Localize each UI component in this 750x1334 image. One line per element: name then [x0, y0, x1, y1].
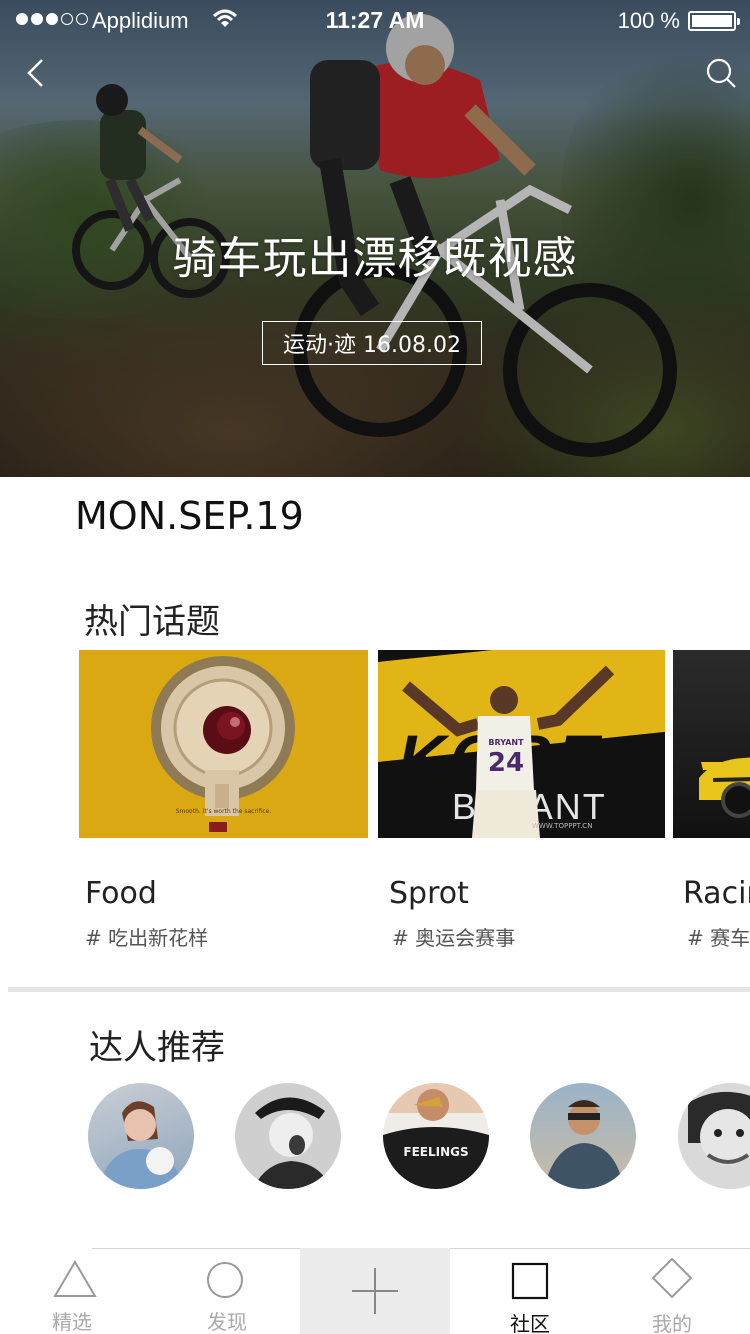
plus-icon — [352, 1268, 398, 1314]
tab-bar: 精选 发现 社区 我的 — [0, 1248, 750, 1334]
tab-community[interactable]: 社区 — [455, 1248, 605, 1334]
topic-card-racing[interactable]: Racing # 赛车 — [673, 650, 750, 960]
food-poster-caption: Smooth. It's worth the sacrifice. — [175, 808, 272, 815]
status-bar: Applidium 11:27 AM 100 % — [0, 0, 750, 40]
expert-3-shirt-text: FEELINGS — [403, 1145, 469, 1159]
expert-avatar-1[interactable] — [88, 1083, 194, 1189]
expert-3-photo — [383, 1083, 489, 1189]
expert-1-photo — [98, 1101, 184, 1189]
diamond-icon — [651, 1257, 693, 1299]
topic-name-sport: Sprot — [389, 876, 469, 911]
hero-title: 骑车玩出漂移既视感 — [172, 233, 578, 284]
circle-icon — [207, 1262, 243, 1298]
expert-5-photo — [688, 1092, 750, 1165]
hero-banner[interactable]: Applidium 11:27 AM 100 % 骑车玩出漂移既视感 运动·迹 … — [0, 0, 750, 477]
tab-discover[interactable]: 发现 — [150, 1248, 300, 1334]
topic-tag-sport: # 奥运会赛事 — [392, 926, 516, 950]
topic-image-food[interactable]: Smooth. It's worth the sacrifice. — [79, 650, 368, 838]
expert-avatar-3[interactable]: FEELINGS — [383, 1083, 489, 1189]
tab-featured[interactable]: 精选 — [0, 1248, 150, 1334]
topic-card-sport[interactable]: KOBE BRYANT BRYANT 24 WWW.TOPPPT.CN Spro… — [378, 650, 665, 960]
topic-name-racing: Racing — [683, 876, 750, 911]
jersey-name: BRYANT — [488, 738, 524, 747]
topic-image-sport[interactable]: KOBE BRYANT BRYANT 24 WWW.TOPPPT.CN — [378, 650, 665, 838]
topic-image-racing[interactable] — [673, 650, 750, 838]
jersey-number: 24 — [487, 748, 525, 778]
topic-tag-food: # 吃出新花样 — [85, 926, 209, 950]
square-icon — [511, 1262, 549, 1300]
tab-profile-label: 我的 — [652, 1312, 692, 1334]
experts-section-title: 达人推荐 — [89, 1028, 225, 1068]
battery-percentage: 100 % — [617, 8, 680, 33]
triangle-icon — [53, 1260, 97, 1297]
expert-4-photo — [544, 1100, 624, 1189]
back-chevron-icon[interactable] — [20, 56, 54, 90]
kobe-poster-website: WWW.TOPPPT.CN — [532, 822, 593, 830]
topic-card-food[interactable]: Smooth. It's worth the sacrifice. Food #… — [79, 650, 368, 960]
tab-profile[interactable]: 我的 — [597, 1248, 747, 1334]
hero-tag: 运动·迹 16.08.02 — [262, 321, 482, 365]
race-car-image — [699, 757, 750, 818]
topic-tag-racing: # 赛车 — [687, 926, 750, 950]
section-divider — [8, 987, 750, 992]
date-label: MON.SEP.19 — [75, 494, 304, 538]
search-icon[interactable] — [704, 56, 738, 90]
tab-featured-label: 精选 — [52, 1310, 92, 1334]
battery-icon — [688, 11, 740, 31]
topic-name-food: Food — [85, 876, 157, 911]
tab-discover-label: 发现 — [207, 1310, 247, 1334]
topics-section-title: 热门话题 — [84, 602, 220, 642]
expert-avatar-2[interactable] — [235, 1083, 341, 1189]
tab-create-post[interactable] — [300, 1248, 450, 1334]
expert-avatar-4[interactable] — [530, 1083, 636, 1189]
expert-2-photo — [253, 1097, 331, 1189]
tab-community-label: 社区 — [510, 1312, 550, 1334]
expert-avatar-5[interactable] — [678, 1083, 750, 1189]
